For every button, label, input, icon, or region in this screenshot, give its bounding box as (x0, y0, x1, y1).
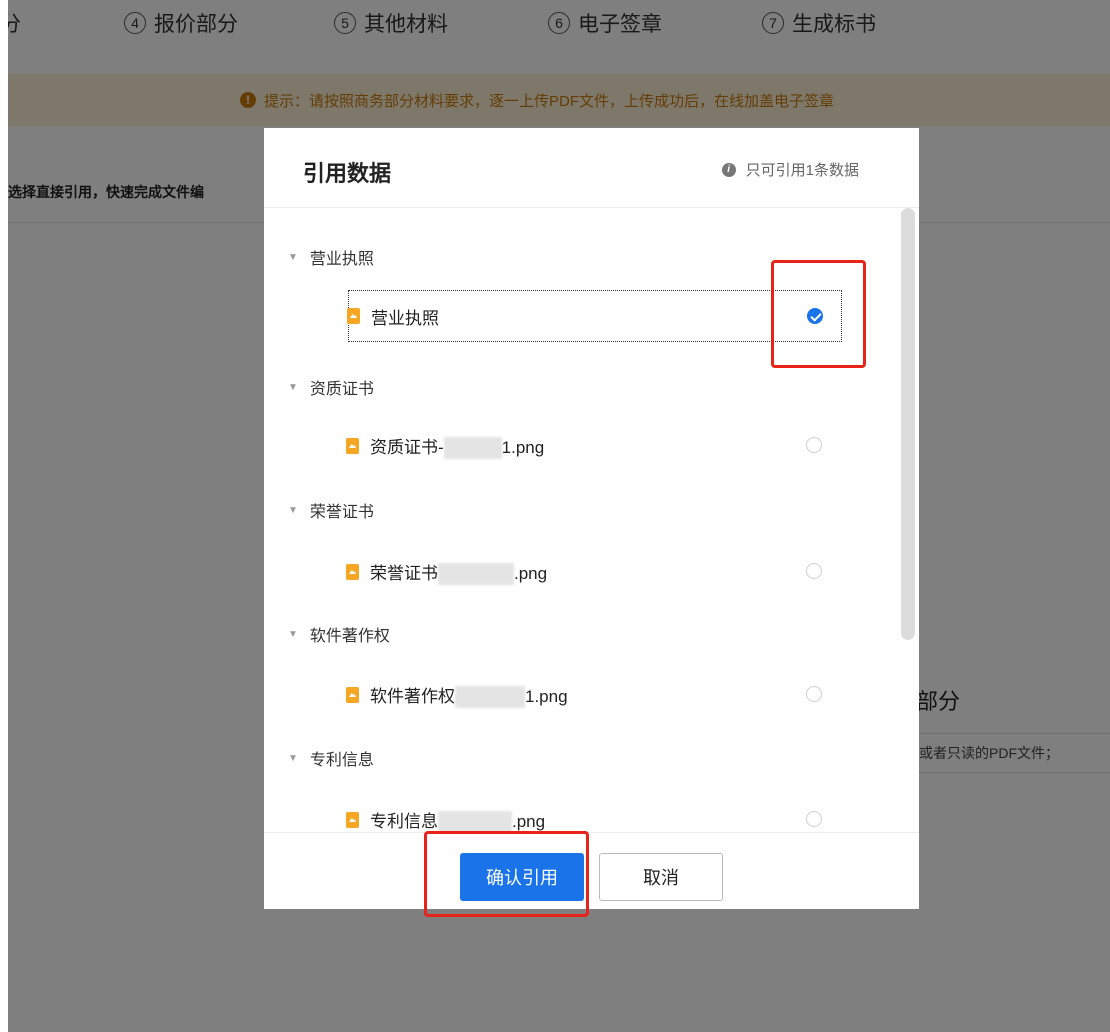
radio[interactable] (806, 811, 822, 827)
dialog-note-text: 只可引用1条数据 (745, 162, 859, 179)
image-file-icon (347, 308, 360, 324)
file-row[interactable]: 荣誉证书 .png (346, 546, 842, 598)
caret-down-icon[interactable]: ▼ (288, 382, 298, 393)
file-name: 营业执照 (371, 308, 439, 328)
group-software-copyright[interactable]: ▼ 软件著作权 (288, 622, 390, 646)
annotation-highlight-radio (771, 260, 866, 368)
redacted-text (455, 686, 525, 709)
file-row[interactable]: 专利信息 .png (346, 794, 842, 832)
group-honor[interactable]: ▼ 荣誉证书 (288, 498, 374, 522)
file-row[interactable]: 资质证书- 1.png (346, 420, 842, 472)
image-file-icon (346, 438, 359, 454)
reference-data-dialog: 引用数据 i 只可引用1条数据 ▼ 营业执照 营业执照 ▼ 资质证书 资质证书-… (264, 128, 919, 909)
info-icon: i (721, 162, 736, 177)
caret-down-icon[interactable]: ▼ (288, 505, 298, 516)
radio[interactable] (806, 437, 822, 453)
group-label: 荣誉证书 (309, 504, 374, 521)
group-label: 软件著作权 (309, 628, 390, 645)
dialog-note: i 只可引用1条数据 (721, 159, 859, 180)
file-row[interactable]: 营业执照 (347, 290, 842, 342)
file-name: 软件著作权 1.png (370, 682, 568, 709)
left-strip (0, 0, 8, 1032)
group-business-license[interactable]: ▼ 营业执照 (288, 245, 374, 269)
group-patent[interactable]: ▼ 专利信息 (288, 746, 374, 770)
annotation-highlight-confirm (424, 831, 589, 917)
scrollbar[interactable] (901, 208, 915, 640)
radio[interactable] (806, 686, 822, 702)
redacted-text (438, 811, 512, 832)
image-file-icon (346, 812, 359, 828)
image-file-icon (346, 687, 359, 703)
redacted-text (438, 563, 514, 586)
file-name: 专利信息 .png (370, 807, 545, 832)
caret-down-icon[interactable]: ▼ (288, 753, 298, 764)
file-row[interactable]: 软件著作权 1.png (346, 669, 842, 721)
group-qualification[interactable]: ▼ 资质证书 (288, 375, 374, 399)
dialog-title: 引用数据 (303, 161, 392, 186)
group-label: 资质证书 (309, 381, 374, 398)
group-label: 营业执照 (309, 251, 374, 268)
dialog-header: 引用数据 i 只可引用1条数据 (264, 128, 919, 208)
file-name: 资质证书- 1.png (370, 433, 544, 460)
group-label: 专利信息 (309, 752, 374, 769)
radio[interactable] (806, 563, 822, 579)
cancel-button[interactable]: 取消 (599, 853, 723, 901)
image-file-icon (346, 564, 359, 580)
file-name: 荣誉证书 .png (370, 559, 547, 586)
caret-down-icon[interactable]: ▼ (288, 629, 298, 640)
dialog-footer: 确认引用 取消 (264, 832, 919, 909)
redacted-text (443, 437, 502, 460)
caret-down-icon[interactable]: ▼ (288, 252, 298, 263)
